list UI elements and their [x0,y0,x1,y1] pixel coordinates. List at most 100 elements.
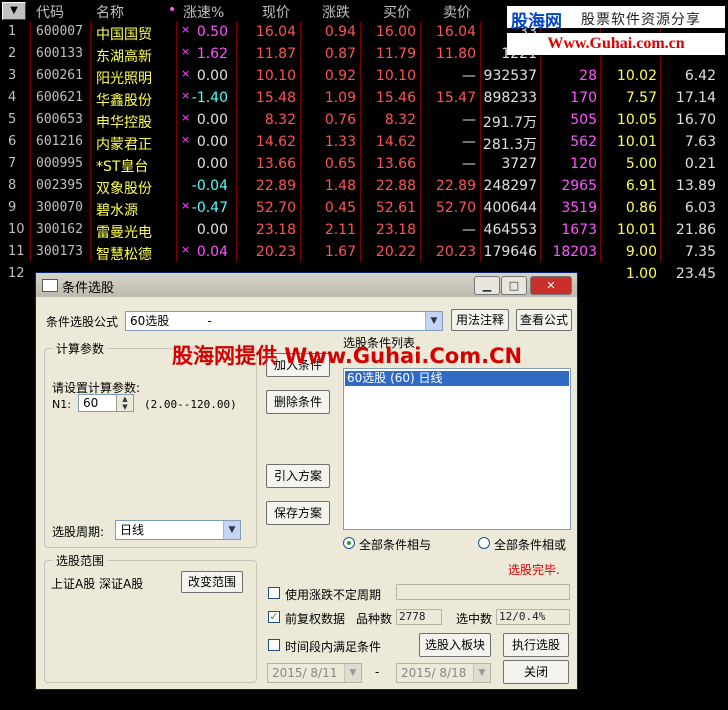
minimize-icon[interactable]: ▁ [474,276,500,295]
condition-select-dialog: 条件选股 ▁ □ ✕ 条件选股公式 60选股 - ▼ 用法注释 查看公式 计算参… [35,272,578,690]
cell-price: 11.87 [255,46,296,62]
cell-name: *ST皇台 [96,159,149,175]
cell-speed: 0.00 [196,68,228,84]
table-row[interactable]: 9 300070 碧水源 × -0.47 52.70 0.45 52.61 52.70 40064… [0,198,728,220]
cell-vol: 464553 [483,222,537,238]
cell-c11: 7.63 [684,134,716,150]
col-speed[interactable]: 涨速% [183,2,224,22]
scope-group-caption: 选股范围 [53,552,108,569]
col-price[interactable]: 现价 [262,2,290,22]
table-row[interactable]: 4 600621 华鑫股份 × -1.40 15.48 1.09 15.46 15.47 8982… [0,88,728,110]
cell-idx: 11 [8,244,25,259]
list-item[interactable]: 60选股 (60) 日线 [345,371,569,386]
cell-price: 14.62 [255,134,296,150]
radio-or[interactable] [478,537,490,549]
table-row[interactable]: 5 600653 申华控股 × 0.00 8.32 0.76 8.32 — 291.7万 505 10… [0,110,728,132]
cell-c10: 10.02 [616,68,657,84]
close-icon[interactable]: ✕ [530,276,572,295]
cell-code: 601216 [36,134,83,149]
table-row[interactable]: 6 601216 内蒙君正 × 0.00 14.62 1.33 14.62 — 281.3万 562… [0,132,728,154]
use-period-checkbox[interactable] [268,587,280,599]
cell-name: 双象股份 [96,181,152,197]
end-date-picker[interactable]: 2015/ 8/18 ▼ [396,663,491,683]
cell-chg: 0.94 [324,24,356,40]
watermark-slogan: 股票软件资源分享 [581,12,701,28]
cell-name: 华鑫股份 [96,93,152,109]
col-ask[interactable]: 卖价 [443,2,471,22]
radio-or-label[interactable]: 全部条件相或 [494,536,566,553]
condition-list[interactable]: 60选股 (60) 日线 [343,368,571,530]
col-bid[interactable]: 买价 [383,2,411,22]
sort-menu-button[interactable]: ▼ [2,2,26,20]
cell-idx: 1 [8,24,17,39]
table-row[interactable]: 3 600261 阳光照明 × 0.00 10.10 0.92 10.10 — 932537 28 1… [0,66,728,88]
close-button[interactable]: 关闭 [503,660,569,684]
chevron-down-icon[interactable]: ▼ [425,312,442,330]
cell-c10: 10.01 [616,134,657,150]
table-row[interactable]: 11 300173 智慧松德 × 0.04 20.23 1.67 20.22 20.23 1796… [0,242,728,264]
radio-and-label[interactable]: 全部条件相与 [359,536,431,553]
cell-idx: 8 [8,178,17,193]
cell-bid: 11.79 [375,46,416,62]
chevron-down-icon[interactable]: ▼ [223,521,240,539]
time-range-checkbox[interactable] [268,639,280,651]
radio-and[interactable] [343,537,355,549]
cell-c10: 7.57 [625,90,657,106]
cell-vol: 281.3万 [482,137,537,153]
col-code[interactable]: 代码 [36,2,64,22]
col-change[interactable]: 涨跌 [322,2,350,22]
cell-name: 中国国贸 [96,27,152,43]
table-row[interactable]: 7 000995 *ST皇台 0.00 13.66 0.65 13.66 — 3727 120 5.… [0,154,728,176]
to-block-button[interactable]: 选股入板块 [419,633,491,657]
table-row[interactable]: 8 002395 双象股份 -0.04 22.89 1.48 22.88 22.89 24829… [0,176,728,198]
formula-value: 60选股 - [130,314,212,328]
cell-c9: 120 [570,156,597,172]
date-separator: - [375,665,380,679]
chevron-down-icon[interactable]: ▼ [473,664,490,682]
dialog-titlebar[interactable]: 条件选股 ▁ □ ✕ [36,273,577,297]
use-period-field [396,584,570,600]
n1-input[interactable]: 60 ▲ ▼ [78,394,134,412]
count-label: 品种数 [356,612,393,626]
cell-mark: × [181,111,191,124]
cell-code: 300173 [36,244,83,259]
watermark-brand: 股海网 [511,12,562,32]
save-scheme-button[interactable]: 保存方案 [266,501,330,525]
cell-c11: 23.45 [675,266,716,282]
cell-c10: 0.86 [625,200,657,216]
col-mark[interactable]: • [168,2,176,18]
count-field: 2778 [396,609,442,625]
cell-idx: 10 [8,222,25,237]
cell-price: 16.04 [255,24,296,40]
cell-mark: × [181,133,191,146]
cell-ask: — [462,222,476,238]
cell-c10: 9.00 [625,244,657,260]
cell-code: 300162 [36,222,83,237]
table-row[interactable]: 10 300162 雷曼光电 0.00 23.18 2.11 23.18 — 464553 167… [0,220,728,242]
dialog-title: 条件选股 [62,281,115,296]
stepper-icon[interactable]: ▲ ▼ [116,395,133,411]
start-date-picker[interactable]: 2015/ 8/11 ▼ [267,663,362,683]
formula-select[interactable]: 60选股 - ▼ [125,311,443,331]
cell-c9: 3519 [561,200,597,216]
cell-ask: 11.80 [435,46,476,62]
execute-button[interactable]: 执行选股 [503,633,569,657]
cell-code: 600621 [36,90,83,105]
change-scope-button[interactable]: 改变范围 [181,571,243,593]
delete-condition-button[interactable]: 删除条件 [266,390,330,414]
period-select[interactable]: 日线 ▼ [115,520,241,540]
prerights-checkbox[interactable]: ✓ [268,611,280,623]
watermark-logo: 股海网 股票软件资源分享 [507,6,725,32]
cell-price: 20.23 [255,244,296,260]
maximize-icon[interactable]: □ [501,276,527,295]
chevron-down-icon[interactable]: ▼ [344,664,361,682]
usage-button[interactable]: 用法注释 [451,309,509,331]
cell-speed: 0.50 [196,24,228,40]
selected-field: 12/0.4% [496,609,570,625]
n1-label: N1: [52,398,71,411]
import-scheme-button[interactable]: 引入方案 [266,464,330,488]
view-formula-button[interactable]: 查看公式 [516,309,572,331]
col-name[interactable]: 名称 [96,2,124,22]
cell-ask: — [462,134,476,150]
cell-c10: 1.00 [625,266,657,282]
